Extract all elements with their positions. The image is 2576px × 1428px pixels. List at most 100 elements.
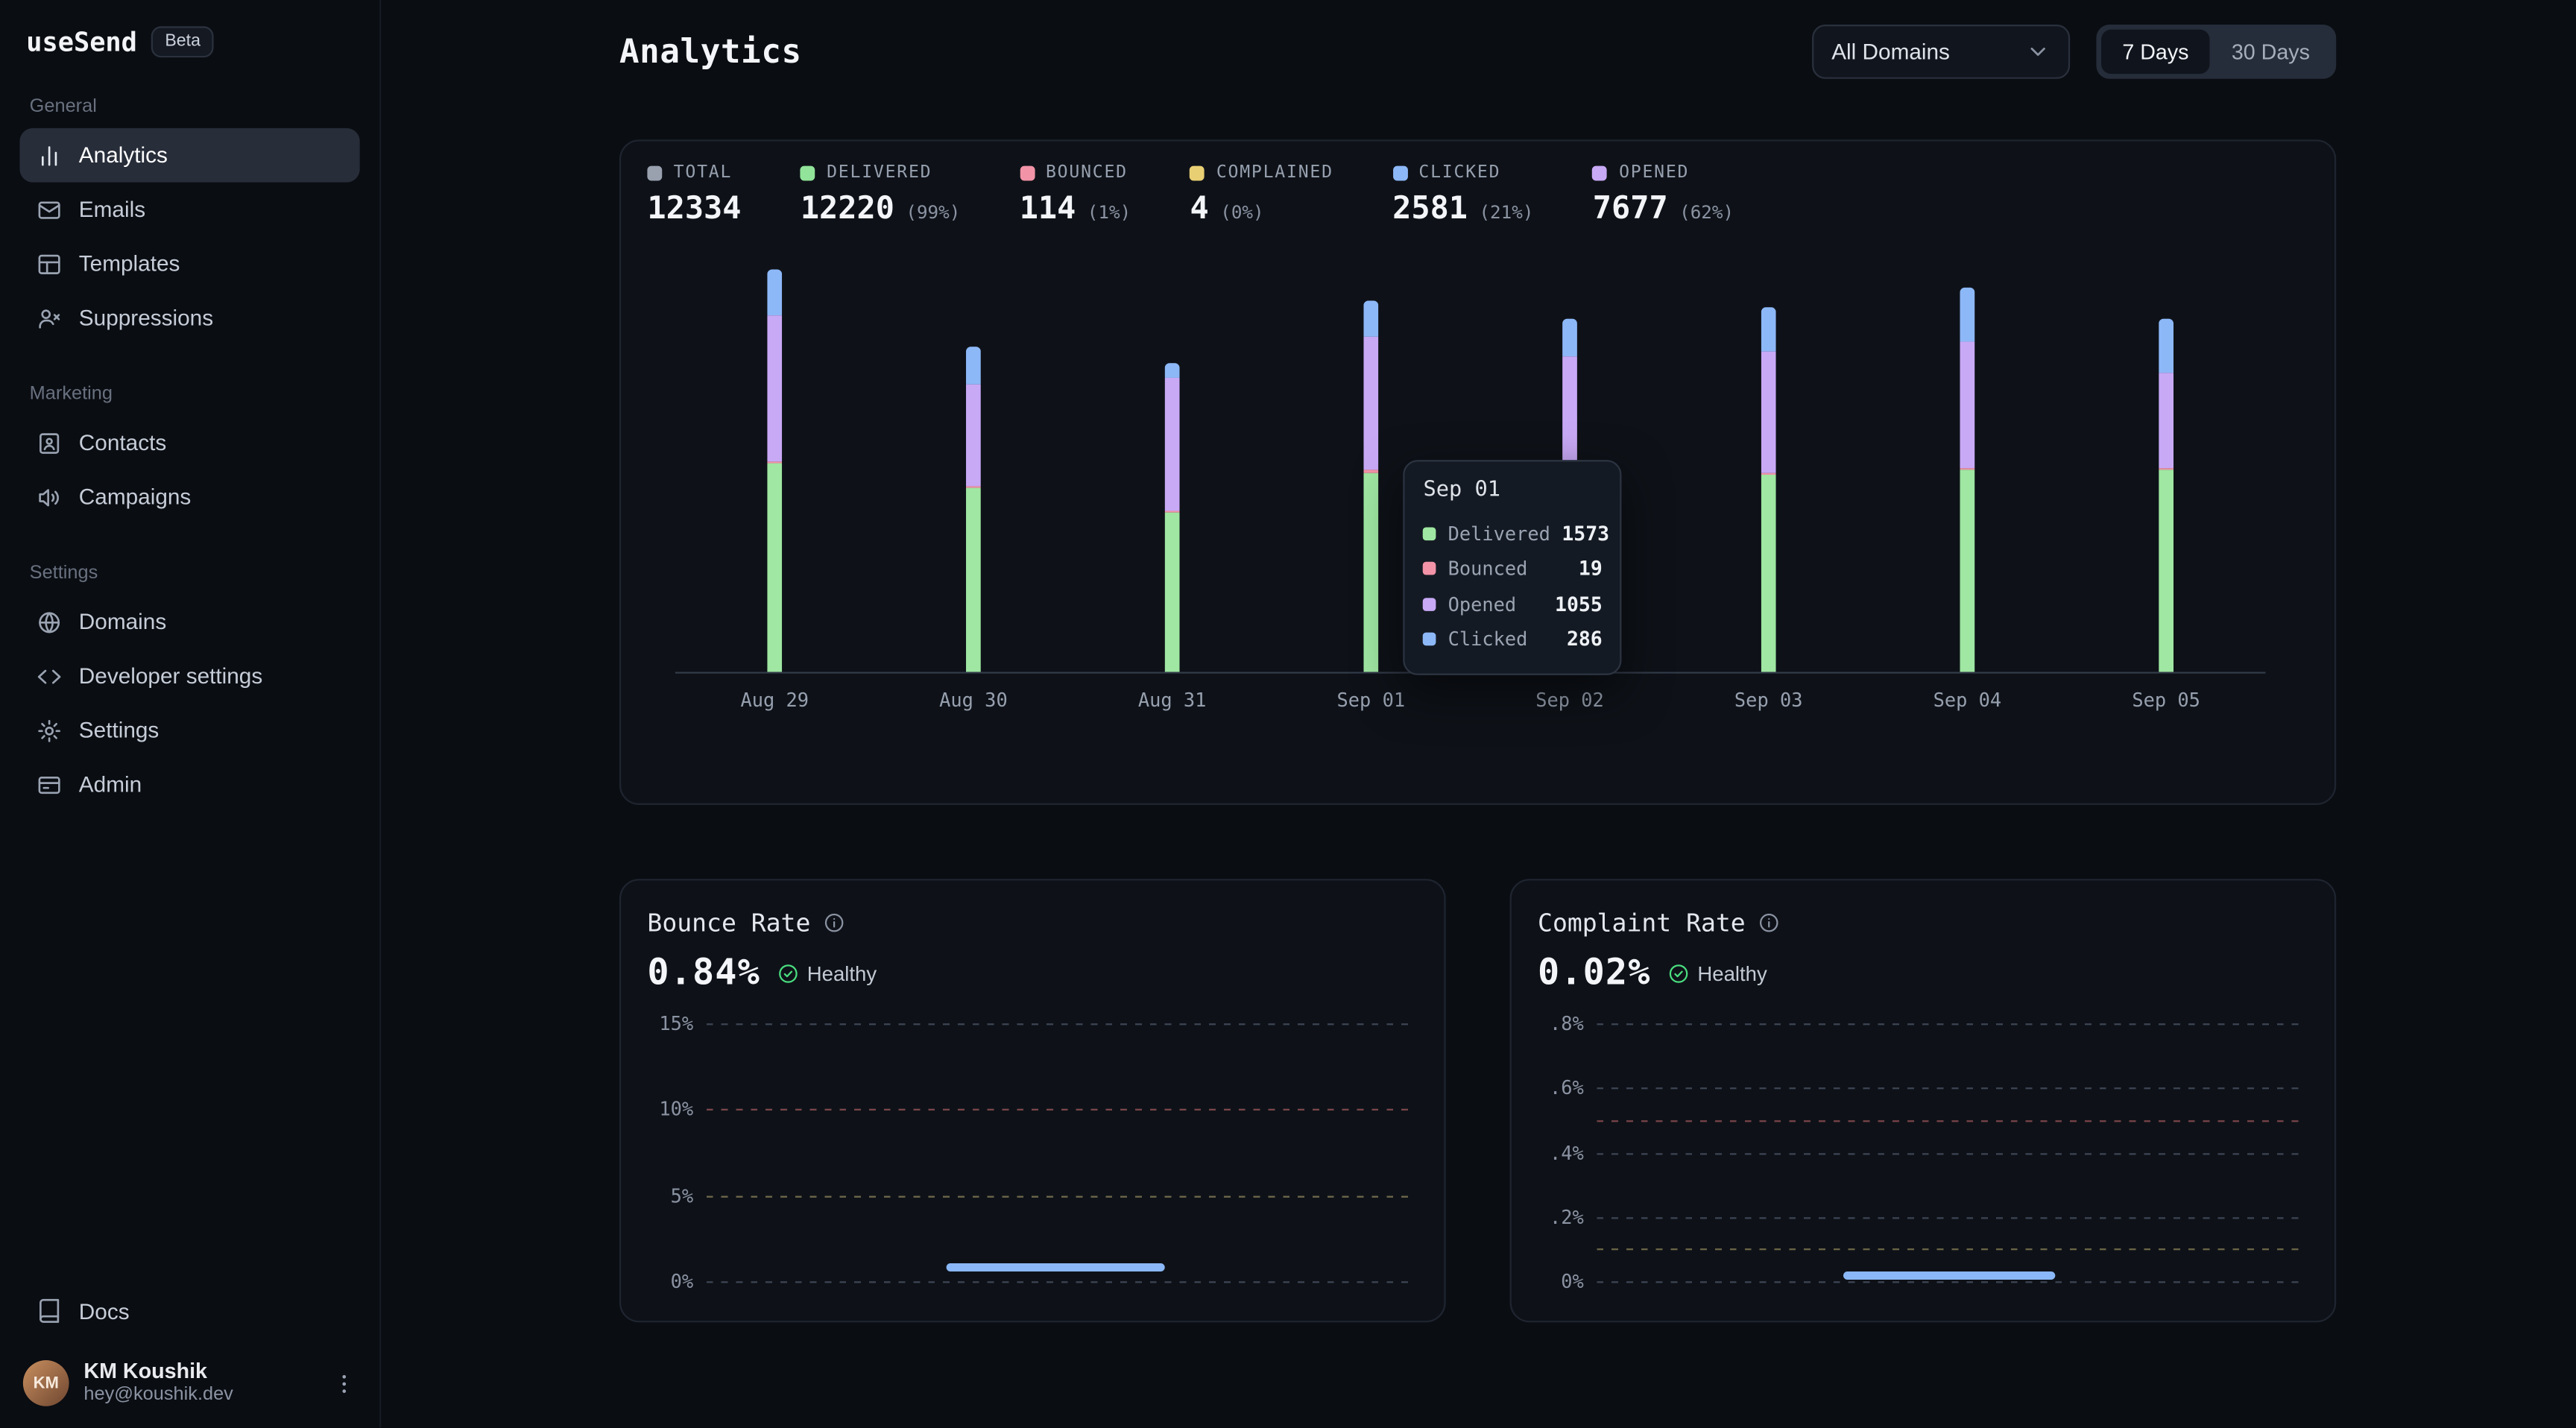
gridline [707, 1023, 1412, 1025]
bar-segment-clicked [767, 270, 782, 315]
globe-icon [36, 609, 62, 635]
sidebar-item-label: Settings [79, 718, 160, 742]
sidebar-item-contacts[interactable]: Contacts [19, 416, 359, 470]
chart-tooltip: Sep 01 Delivered1573Bounced19Opened1055C… [1404, 460, 1622, 675]
y-tick-label: 5% [647, 1184, 693, 1207]
bar-segment-opened [1761, 352, 1776, 473]
rate-lines [1597, 1011, 2302, 1300]
rate-cards-row: Bounce Rate 0.84% Healthy 15%10%5%0% [619, 879, 2336, 1322]
stat-value: 4 [1190, 191, 1209, 227]
x-tick-label: Aug 29 [740, 689, 809, 712]
info-icon[interactable] [824, 912, 846, 935]
x-axis: Aug 29Aug 30Aug 31Sep 01Sep 02Sep 03Sep … [675, 685, 2266, 718]
tooltip-row-label: Bounced [1448, 557, 1568, 581]
stat-label: TOTAL [674, 162, 732, 182]
stat-dot-clicked [1392, 165, 1407, 180]
bounce-rate-value: 0.84% [647, 952, 760, 993]
stat-label: BOUNCED [1046, 162, 1128, 182]
x-tick-label: Sep 01 [1337, 689, 1406, 712]
bar-sep-04[interactable] [1960, 287, 1974, 672]
sidebar-item-developer-settings[interactable]: Developer settings [19, 649, 359, 704]
sidebar-item-templates[interactable]: Templates [19, 236, 359, 291]
user-menu[interactable]: KM KM Koushik hey@koushik.dev [19, 1355, 359, 1409]
range-7-days-button[interactable]: 7 Days [2101, 29, 2211, 74]
sidebar-item-campaigns[interactable]: Campaigns [19, 470, 359, 524]
stat-dot-total [647, 165, 662, 180]
domain-select-value: All Domains [1831, 39, 1950, 63]
admin-card-icon [36, 771, 62, 797]
stat-dot-delivered [801, 165, 815, 180]
bar-segment-opened [1562, 357, 1577, 475]
stat-total: TOTAL12334 [647, 162, 741, 227]
bounce-rate-value-row: 0.84% Healthy [647, 952, 1418, 993]
bar-segment-delivered [1761, 474, 1776, 672]
stat-label: OPENED [1619, 162, 1689, 182]
stat-pct: (1%) [1087, 202, 1131, 224]
logo-row: useSend Beta [19, 23, 359, 57]
stat-label: DELIVERED [827, 162, 932, 182]
bar-segment-clicked [1761, 307, 1776, 352]
user-x-icon [36, 305, 62, 331]
bar-sep-05[interactable] [2159, 319, 2174, 672]
domain-select[interactable]: All Domains [1812, 24, 2070, 78]
stat-complained: COMPLAINED4(0%) [1190, 162, 1333, 227]
sidebar-item-emails[interactable]: Emails [19, 183, 359, 237]
stat-bounced: BOUNCED114(1%) [1020, 162, 1131, 227]
bar-segment-opened [966, 385, 981, 487]
complaint-rate-card: Complaint Rate 0.02% Healthy .8%.6%.4%.2… [1510, 879, 2337, 1322]
sidebar-item-admin[interactable]: Admin [19, 757, 359, 812]
tooltip-row-value: 1055 [1555, 593, 1603, 616]
sidebar-item-label: Analytics [79, 143, 168, 168]
check-circle-icon [777, 962, 799, 985]
sidebar-item-label: Docs [79, 1299, 130, 1324]
sidebar-item-analytics[interactable]: Analytics [19, 128, 359, 183]
bar-segment-opened [2159, 373, 2174, 467]
bar-segment-clicked [1960, 287, 1974, 341]
bar-segment-opened [1363, 336, 1378, 470]
bar-aug-29[interactable] [767, 270, 782, 672]
bar-segment-delivered [1363, 473, 1378, 672]
stat-pct: (62%) [1679, 202, 1734, 224]
complaint-rate-value-row: 0.02% Healthy [1538, 952, 2308, 993]
tooltip-row-value: 19 [1579, 557, 1603, 581]
bar-segment-opened [767, 315, 782, 461]
avatar: KM [23, 1360, 69, 1406]
bounce-rate-head: Bounce Rate [647, 909, 1418, 938]
bounce-rate-title: Bounce Rate [647, 909, 810, 938]
gridline [1597, 1217, 2302, 1219]
kebab-menu-icon[interactable] [332, 1371, 356, 1396]
stat-value: 2581 [1392, 191, 1468, 227]
tooltip-row: Clicked286 [1424, 622, 1603, 657]
bar-sep-01[interactable] [1363, 300, 1378, 672]
sidebar-item-suppressions[interactable]: Suppressions [19, 291, 359, 345]
user-email: hey@koushik.dev [83, 1384, 233, 1409]
rate-lines [707, 1011, 1412, 1300]
threshold-line [707, 1195, 1412, 1197]
threshold-line [1597, 1120, 2302, 1122]
bar-chart-icon [36, 142, 62, 168]
complaint-status-label: Healthy [1697, 962, 1767, 985]
bar-segment-clicked [966, 347, 981, 385]
complaint-rate-value: 0.02% [1538, 952, 1650, 993]
stat-delivered: DELIVERED12220(99%) [801, 162, 961, 227]
sidebar-item-docs[interactable]: Docs [19, 1284, 359, 1339]
bounce-rate-card: Bounce Rate 0.84% Healthy 15%10%5%0% [619, 879, 1446, 1322]
sidebar-item-domains[interactable]: Domains [19, 595, 359, 649]
x-tick-label: Aug 31 [1138, 689, 1207, 712]
nav-section-label-settings: Settings [30, 563, 350, 583]
y-tick-label: 10% [647, 1098, 693, 1121]
stat-clicked: CLICKED2581(21%) [1392, 162, 1533, 227]
complaint-rate-chart: .8%.6%.4%.2%0% [1538, 1011, 2308, 1300]
bar-aug-31[interactable] [1165, 363, 1180, 672]
bar-aug-30[interactable] [966, 347, 981, 672]
range-30-days-button[interactable]: 30 Days [2210, 29, 2331, 74]
bar-segment-clicked [1165, 363, 1180, 378]
bar-sep-03[interactable] [1761, 307, 1776, 672]
range-toggle: 7 Days30 Days [2096, 24, 2336, 78]
complaint-rate-head: Complaint Rate [1538, 909, 2308, 938]
sidebar-item-settings[interactable]: Settings [19, 703, 359, 757]
stat-dot-bounced [1020, 165, 1035, 180]
info-icon[interactable] [1758, 912, 1781, 935]
tooltip-row-label: Delivered [1448, 522, 1550, 545]
stat-value: 12220 [801, 191, 894, 227]
